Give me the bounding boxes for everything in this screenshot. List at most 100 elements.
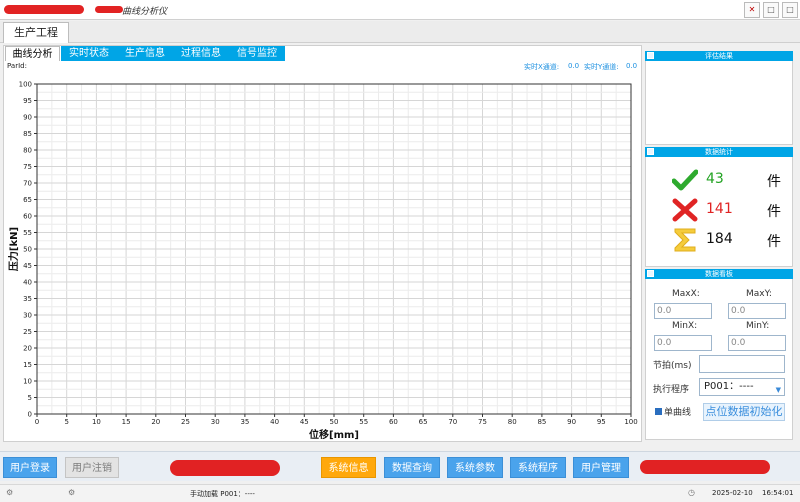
collapse-icon[interactable] — [647, 270, 654, 277]
y-tick-label: 50 — [23, 246, 32, 254]
logout-button[interactable]: 用户注销 — [65, 457, 119, 478]
redacted-info-right — [640, 460, 770, 474]
x-tick-label: 35 — [240, 418, 249, 426]
system-program-button[interactable]: 系统程序 — [510, 457, 566, 478]
top-tab-bar: 生产工程 — [0, 21, 800, 43]
y-axis-label: 压力[kN] — [7, 227, 20, 271]
check-icon — [672, 169, 698, 191]
x-tick-label: 20 — [151, 418, 160, 426]
y-tick-label: 75 — [23, 163, 32, 171]
redacted-info-left — [170, 460, 280, 476]
x-tick-label: 90 — [567, 418, 576, 426]
tab-production-info[interactable]: 生产信息 — [117, 46, 173, 61]
stat-row-ok: 43 件 — [646, 167, 794, 193]
x-tick-label: 70 — [448, 418, 457, 426]
right-panel: 评估结果 数据统计 43 件 141 件 184 件 数据看板 MaxX: Ma… — [645, 47, 793, 440]
x-tick-label: 75 — [478, 418, 487, 426]
pressure-displacement-chart[interactable]: 0 5 10 15 20 25 30 35 40 45 50 55 60 65 70 75 80 85 90 95 10… — [4, 74, 641, 442]
tab-production-project[interactable]: 生产工程 — [3, 22, 69, 43]
y-tick-label: 65 — [23, 196, 32, 204]
curve-panel: 曲线分析 实时状态 生产信息 过程信息 信号监控 ParId: 实时X通道: 0… — [3, 45, 642, 442]
title-bar: 曲线分析仪 ✕ □ □ — [0, 0, 800, 20]
y-tick-label: 20 — [23, 345, 32, 353]
minimize-button[interactable]: □ — [782, 2, 798, 18]
status-time: 16:54:01 — [762, 489, 794, 497]
maxx-label: MaxX: — [672, 289, 700, 299]
x-tick-label: 55 — [359, 418, 368, 426]
x-tick-label: 100 — [624, 418, 637, 426]
y-tick-label: 95 — [23, 97, 32, 105]
realtime-y-label: 实时Y通道: — [584, 63, 619, 71]
total-unit: 件 — [767, 234, 781, 250]
minx-field[interactable]: 0.0 — [654, 335, 712, 351]
data-query-button[interactable]: 数据查询 — [384, 457, 440, 478]
tab-realtime-status[interactable]: 实时状态 — [61, 46, 117, 61]
user-management-button[interactable]: 用户管理 — [573, 457, 629, 478]
cycle-time-field[interactable] — [699, 355, 785, 373]
status-clock-icon: ◷ — [688, 488, 695, 497]
redacted-logo — [4, 5, 84, 14]
x-tick-label: 60 — [389, 418, 398, 426]
tab-signal-monitor[interactable]: 信号监控 — [229, 46, 285, 61]
eval-title: 评估结果 — [705, 52, 733, 60]
y-tick-label: 0 — [28, 411, 32, 419]
realtime-y-value: 0.0 — [626, 62, 638, 70]
cross-icon — [672, 198, 698, 222]
x-tick-label: 30 — [211, 418, 220, 426]
x-tick-label: 0 — [35, 418, 39, 426]
miny-field[interactable]: 0.0 — [728, 335, 786, 351]
chevron-down-icon: ▼ — [775, 386, 781, 394]
single-curve-label: 单曲线 — [664, 408, 692, 418]
x-tick-label: 25 — [181, 418, 190, 426]
y-tick-label: 30 — [23, 312, 32, 320]
y-tick-label: 45 — [23, 262, 32, 270]
sum-icon — [674, 228, 696, 252]
total-count: 184 — [706, 231, 733, 247]
cycle-label: 节拍(ms) — [653, 361, 692, 371]
single-curve-checkbox[interactable] — [655, 408, 662, 415]
collapse-icon[interactable] — [647, 52, 654, 59]
point-data-init-button[interactable]: 点位数据初始化 — [703, 403, 785, 421]
login-button[interactable]: 用户登录 — [3, 457, 57, 478]
status-date: 2025-02-10 — [712, 489, 753, 497]
tab-process-info[interactable]: 过程信息 — [173, 46, 229, 61]
y-tick-label: 10 — [23, 378, 32, 386]
stats-header: 数据统计 — [645, 147, 793, 157]
parid-label: ParId: — [7, 62, 27, 70]
y-tick-label: 55 — [23, 229, 32, 237]
y-tick-label: 35 — [23, 295, 32, 303]
y-tick-label: 25 — [23, 328, 32, 336]
program-select[interactable]: P001：---- ▼ — [699, 378, 785, 396]
collapse-icon[interactable] — [647, 148, 654, 155]
app-title: 曲线分析仪 — [122, 7, 168, 17]
maxx-field[interactable]: 0.0 — [654, 303, 712, 319]
dashboard-area: MaxX: MaxY: 0.0 0.0 MinX: MinY: 0.0 0.0 … — [645, 279, 793, 440]
stat-row-ng: 141 件 — [646, 197, 794, 223]
x-tick-label: 65 — [419, 418, 428, 426]
x-tick-label: 95 — [597, 418, 606, 426]
status-gear-icon-2: ⚙ — [68, 488, 76, 497]
ng-count: 141 — [706, 201, 733, 217]
program-label: 执行程序 — [653, 385, 690, 395]
realtime-x-value: 0.0 — [568, 62, 580, 70]
tab-curve-analysis[interactable]: 曲线分析 — [5, 46, 60, 61]
realtime-x-label: 实时X通道: — [524, 63, 560, 71]
eval-result-area — [645, 61, 793, 145]
x-tick-label: 40 — [270, 418, 279, 426]
maximize-button[interactable]: □ — [763, 2, 779, 18]
y-tick-label: 70 — [23, 180, 32, 188]
stat-row-total: 184 件 — [646, 227, 794, 253]
y-tick-label: 15 — [23, 361, 32, 369]
status-load-text: 手动加载 P001：---- — [190, 490, 255, 498]
x-tick-label: 5 — [64, 418, 68, 426]
y-tick-label: 40 — [23, 279, 32, 287]
ng-unit: 件 — [767, 204, 781, 220]
y-tick-label: 5 — [28, 394, 32, 402]
system-params-button[interactable]: 系统参数 — [447, 457, 503, 478]
system-info-button[interactable]: 系统信息 — [321, 457, 376, 478]
y-tick-label: 80 — [23, 147, 32, 155]
close-button[interactable]: ✕ — [744, 2, 760, 18]
maxy-field[interactable]: 0.0 — [728, 303, 786, 319]
y-tick-label: 100 — [19, 81, 32, 89]
x-tick-label: 50 — [330, 418, 339, 426]
